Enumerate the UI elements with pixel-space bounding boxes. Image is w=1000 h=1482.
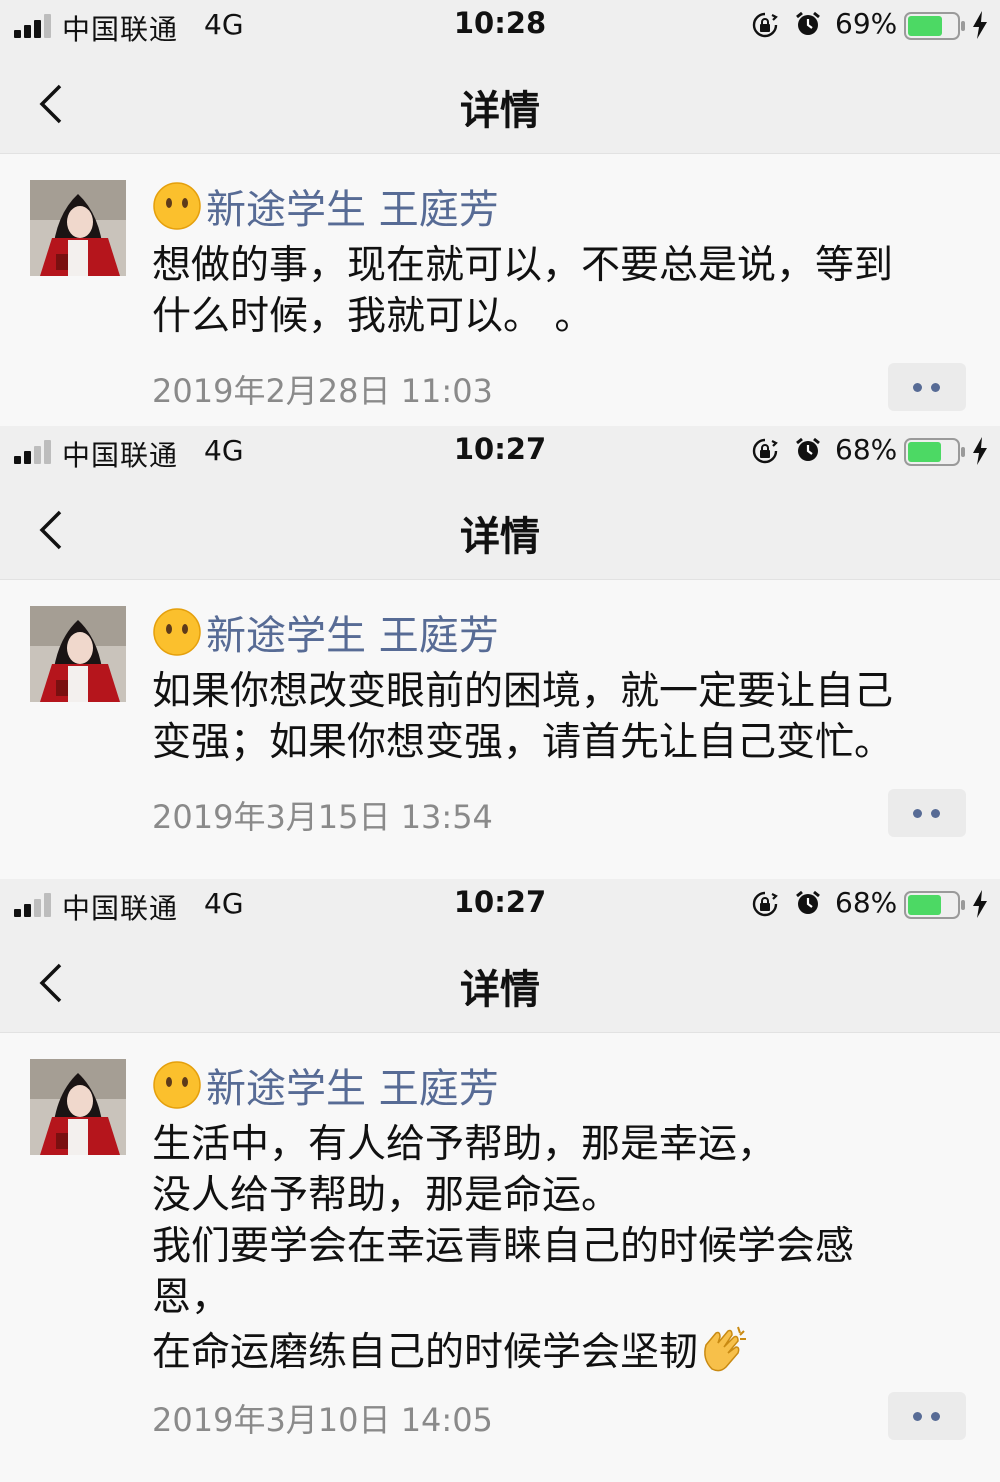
more-button[interactable] bbox=[888, 789, 966, 837]
post-timestamp: 2019年2月28日 11:03 bbox=[152, 372, 493, 410]
moment-post: 新途学生 王庭芳 生活中，有人给予帮助，那是幸运， 没人给予帮助，那是命运。 我… bbox=[0, 1033, 1000, 1482]
post-content: 如果你想改变眼前的困境，就一定要让自己 变强；如果你想变强，请首先让自己变忙。 bbox=[152, 669, 894, 765]
charging-bolt-icon bbox=[973, 437, 987, 465]
screen-2: 中国联通 4G 10:27 68% 详情 新途学生 王庭芳 如果你想改变眼前的困… bbox=[0, 426, 1000, 879]
moment-post: 新途学生 王庭芳 想做的事，现在就可以，不要总是说，等到 什么时候，我就可以。 … bbox=[0, 154, 1000, 426]
post-content: 生活中，有人给予帮助，那是幸运， 没人给予帮助，那是命运。 我们要学会在幸运青睐… bbox=[152, 1119, 962, 1378]
neutral-face-emoji-icon bbox=[153, 182, 201, 230]
more-dots-icon bbox=[913, 383, 922, 392]
author-row: 新途学生 王庭芳 bbox=[152, 603, 499, 661]
screen-3: 中国联通 4G 10:27 68% 详情 新途学生 王庭芳 生活中，有人给予帮助… bbox=[0, 879, 1000, 1482]
author-row: 新途学生 王庭芳 bbox=[152, 1056, 499, 1114]
status-bar: 中国联通 4G 10:27 68% bbox=[0, 426, 1000, 478]
author-name[interactable]: 新途学生 王庭芳 bbox=[206, 1056, 499, 1114]
more-button[interactable] bbox=[888, 1392, 966, 1440]
clapping-hands-emoji-icon bbox=[704, 1326, 747, 1372]
rotation-lock-icon bbox=[752, 891, 778, 917]
charging-bolt-icon bbox=[973, 11, 987, 39]
author-name[interactable]: 新途学生 王庭芳 bbox=[206, 177, 499, 235]
alarm-icon bbox=[796, 11, 820, 35]
page-title: 详情 bbox=[460, 88, 540, 134]
battery-percent: 69% bbox=[835, 7, 898, 40]
avatar[interactable] bbox=[30, 1059, 126, 1155]
more-dots-icon bbox=[913, 1412, 922, 1421]
nav-bar: 详情 bbox=[0, 478, 1000, 580]
more-dots-icon bbox=[913, 809, 922, 818]
avatar[interactable] bbox=[30, 180, 126, 276]
post-timestamp: 2019年3月15日 13:54 bbox=[152, 798, 493, 836]
alarm-icon bbox=[796, 437, 820, 461]
nav-bar: 详情 bbox=[0, 931, 1000, 1033]
rotation-lock-icon bbox=[752, 438, 778, 464]
screen-1: 中国联通 4G 10:28 69% 详情 新途学生 王庭芳 想做的事，现在就可以… bbox=[0, 0, 1000, 426]
post-timestamp: 2019年3月10日 14:05 bbox=[152, 1401, 493, 1439]
status-bar: 中国联通 4G 10:27 68% bbox=[0, 879, 1000, 931]
battery-icon bbox=[904, 891, 965, 919]
battery-percent: 68% bbox=[835, 886, 898, 919]
more-button[interactable] bbox=[888, 363, 966, 411]
neutral-face-emoji-icon bbox=[153, 1061, 201, 1109]
page-title: 详情 bbox=[460, 967, 540, 1013]
author-name[interactable]: 新途学生 王庭芳 bbox=[206, 603, 499, 661]
page-title: 详情 bbox=[460, 514, 540, 560]
neutral-face-emoji-icon bbox=[153, 608, 201, 656]
avatar[interactable] bbox=[30, 606, 126, 702]
battery-icon bbox=[904, 12, 965, 40]
battery-percent: 68% bbox=[835, 433, 898, 466]
author-row: 新途学生 王庭芳 bbox=[152, 177, 499, 235]
charging-bolt-icon bbox=[973, 890, 987, 918]
moment-post: 新途学生 王庭芳 如果你想改变眼前的困境，就一定要让自己 变强；如果你想变强，请… bbox=[0, 580, 1000, 879]
alarm-icon bbox=[796, 890, 820, 914]
battery-icon bbox=[904, 438, 965, 466]
nav-bar: 详情 bbox=[0, 52, 1000, 154]
rotation-lock-icon bbox=[752, 12, 778, 38]
status-bar: 中国联通 4G 10:28 69% bbox=[0, 0, 1000, 52]
post-content: 想做的事，现在就可以，不要总是说，等到 什么时候，我就可以。 。 bbox=[152, 243, 894, 339]
